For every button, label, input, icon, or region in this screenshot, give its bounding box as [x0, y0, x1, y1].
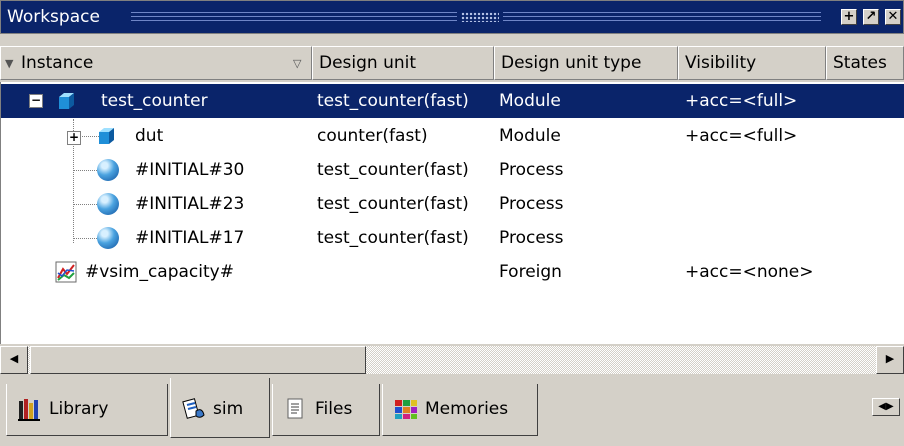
- instance-name: dut: [135, 126, 164, 146]
- process-icon: [97, 159, 119, 181]
- column-menu-icon[interactable]: ▼: [5, 48, 13, 79]
- column-instance-label: Instance: [21, 53, 94, 73]
- tab-sim[interactable]: sim: [170, 378, 270, 438]
- drag-handle-dots[interactable]: [461, 12, 499, 22]
- horizontal-scrollbar[interactable]: ◀ ▶: [0, 346, 904, 374]
- column-design-unit[interactable]: Design unit: [312, 46, 494, 80]
- tab-files-label: Files: [315, 399, 353, 419]
- expand-icon[interactable]: +: [67, 131, 81, 145]
- column-design-unit-type[interactable]: Design unit type: [494, 46, 678, 80]
- design-unit: test_counter(fast): [317, 160, 469, 180]
- column-instance[interactable]: ▼ Instance ▽: [0, 46, 312, 80]
- workspace-title: Workspace: [7, 7, 100, 27]
- design-unit: test_counter(fast): [317, 194, 469, 214]
- column-design-unit-type-label: Design unit type: [501, 53, 642, 73]
- table-row[interactable]: #INITIAL#23 test_counter(fast) Process: [1, 187, 904, 221]
- tab-sim-label: sim: [213, 399, 244, 419]
- sort-indicator-icon: ▽: [293, 57, 302, 70]
- design-unit: test_counter(fast): [317, 228, 469, 248]
- design-unit: counter(fast): [317, 126, 428, 146]
- design-unit-type: Process: [499, 228, 564, 248]
- tab-library[interactable]: Library: [6, 384, 168, 436]
- scroll-left-button[interactable]: ◀: [0, 346, 28, 374]
- process-icon: [97, 193, 119, 215]
- design-unit: test_counter(fast): [317, 91, 469, 111]
- table-row[interactable]: #INITIAL#17 test_counter(fast) Process: [1, 221, 904, 255]
- instance-name: #INITIAL#17: [135, 228, 245, 248]
- column-states-label: States: [833, 53, 887, 73]
- instance-tree[interactable]: − test_counter test_counter(fast) Module…: [0, 82, 904, 344]
- drag-grip-left[interactable]: [131, 10, 457, 24]
- tab-scroll-arrows[interactable]: ◀▶: [872, 398, 900, 416]
- undock-button[interactable]: ↗: [863, 9, 879, 25]
- library-icon: [18, 399, 40, 421]
- instance-name: #vsim_capacity#: [85, 262, 234, 282]
- module-icon: [99, 128, 114, 144]
- column-visibility[interactable]: Visibility: [678, 46, 826, 80]
- module-icon: [59, 93, 74, 109]
- tab-library-label: Library: [49, 399, 109, 419]
- sim-icon: [182, 398, 205, 419]
- instance-name: test_counter: [101, 91, 208, 111]
- collapse-icon[interactable]: −: [29, 94, 43, 108]
- add-pane-button[interactable]: +: [841, 9, 857, 25]
- column-visibility-label: Visibility: [685, 53, 757, 73]
- memories-icon: [395, 400, 417, 419]
- tab-memories[interactable]: Memories: [382, 384, 538, 436]
- visibility: +acc=<full>: [685, 126, 798, 146]
- scroll-thumb[interactable]: [30, 346, 366, 374]
- column-header: ▼ Instance ▽ Design unit Design unit typ…: [0, 46, 904, 80]
- table-row[interactable]: #vsim_capacity# Foreign +acc=<none>: [1, 255, 904, 289]
- table-row[interactable]: − test_counter test_counter(fast) Module…: [1, 84, 904, 118]
- tab-files[interactable]: Files: [272, 384, 380, 436]
- table-row[interactable]: + dut counter(fast) Module +acc=<full>: [1, 119, 904, 153]
- capacity-chart-icon: [55, 261, 77, 283]
- design-unit-type: Foreign: [499, 262, 562, 282]
- close-button[interactable]: ✕: [885, 9, 901, 25]
- visibility: +acc=<full>: [685, 91, 798, 111]
- instance-name: #INITIAL#30: [135, 160, 245, 180]
- workspace-title-bar[interactable]: Workspace + ↗ ✕: [0, 0, 904, 34]
- visibility: +acc=<none>: [685, 262, 814, 282]
- files-icon: [287, 398, 303, 419]
- column-design-unit-label: Design unit: [319, 53, 417, 73]
- drag-grip-right[interactable]: [503, 10, 821, 24]
- tab-memories-label: Memories: [425, 399, 509, 419]
- process-icon: [97, 227, 119, 249]
- column-states[interactable]: States: [826, 46, 904, 80]
- design-unit-type: Module: [499, 126, 561, 146]
- design-unit-type: Process: [499, 194, 564, 214]
- design-unit-type: Process: [499, 160, 564, 180]
- scroll-right-button[interactable]: ▶: [876, 346, 904, 374]
- instance-name: #INITIAL#23: [135, 194, 245, 214]
- table-row[interactable]: #INITIAL#30 test_counter(fast) Process: [1, 153, 904, 187]
- workspace-tabs: Library sim Files Memories ◀▶: [0, 376, 904, 446]
- design-unit-type: Module: [499, 91, 561, 111]
